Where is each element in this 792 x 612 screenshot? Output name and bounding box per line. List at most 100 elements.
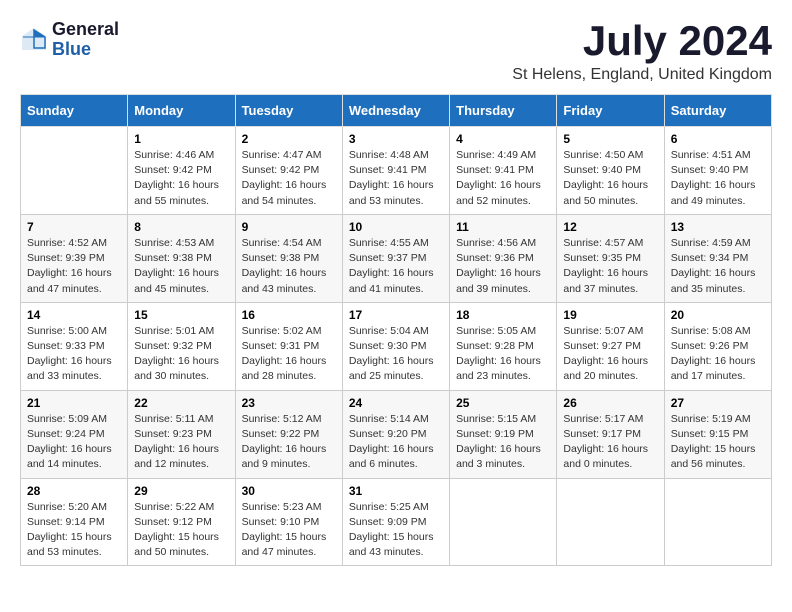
day-number: 22 bbox=[134, 396, 228, 410]
calendar-cell bbox=[664, 478, 771, 566]
month-title: July 2024 bbox=[512, 20, 772, 62]
calendar-cell: 30 Sunrise: 5:23 AM Sunset: 9:10 PM Dayli… bbox=[235, 478, 342, 566]
day-info: Sunrise: 5:11 AM Sunset: 9:23 PM Dayligh… bbox=[134, 413, 219, 471]
logo-text: General Blue bbox=[52, 20, 119, 60]
day-info: Sunrise: 5:07 AM Sunset: 9:27 PM Dayligh… bbox=[563, 325, 648, 383]
day-info: Sunrise: 5:22 AM Sunset: 9:12 PM Dayligh… bbox=[134, 501, 219, 559]
calendar-cell: 22 Sunrise: 5:11 AM Sunset: 9:23 PM Dayli… bbox=[128, 390, 235, 478]
calendar-cell: 1 Sunrise: 4:46 AM Sunset: 9:42 PM Daylig… bbox=[128, 127, 235, 215]
calendar-cell: 21Sunrise: 5:09 AM Sunset: 9:24 PM Dayli… bbox=[21, 390, 128, 478]
calendar-cell: 25 Sunrise: 5:15 AM Sunset: 9:19 PM Dayli… bbox=[450, 390, 557, 478]
day-number: 3 bbox=[349, 132, 443, 146]
calendar-cell: 18 Sunrise: 5:05 AM Sunset: 9:28 PM Dayli… bbox=[450, 302, 557, 390]
day-info: Sunrise: 4:52 AM Sunset: 9:39 PM Dayligh… bbox=[27, 237, 112, 295]
calendar-cell: 7 Sunrise: 4:52 AM Sunset: 9:39 PM Daylig… bbox=[21, 214, 128, 302]
day-info: Sunrise: 5:15 AM Sunset: 9:19 PM Dayligh… bbox=[456, 413, 541, 471]
day-info: Sunrise: 4:54 AM Sunset: 9:38 PM Dayligh… bbox=[242, 237, 327, 295]
day-number: 10 bbox=[349, 220, 443, 234]
day-info: Sunrise: 5:02 AM Sunset: 9:31 PM Dayligh… bbox=[242, 325, 327, 383]
day-of-week-header: Sunday bbox=[21, 95, 128, 127]
day-number: 26 bbox=[563, 396, 657, 410]
day-number: 16 bbox=[242, 308, 336, 322]
day-info: Sunrise: 4:51 AM Sunset: 9:40 PM Dayligh… bbox=[671, 149, 756, 207]
calendar-cell: 4 Sunrise: 4:49 AM Sunset: 9:41 PM Daylig… bbox=[450, 127, 557, 215]
calendar-cell: 15Sunrise: 5:01 AM Sunset: 9:32 PM Dayli… bbox=[128, 302, 235, 390]
day-info: Sunrise: 4:48 AM Sunset: 9:41 PM Dayligh… bbox=[349, 149, 434, 207]
day-number: 11 bbox=[456, 220, 550, 234]
logo-icon bbox=[20, 26, 48, 54]
day-of-week-header: Thursday bbox=[450, 95, 557, 127]
day-number: 23 bbox=[242, 396, 336, 410]
calendar-week-row: 28Sunrise: 5:20 AM Sunset: 9:14 PM Dayli… bbox=[21, 478, 772, 566]
day-of-week-header: Monday bbox=[128, 95, 235, 127]
calendar-cell bbox=[21, 127, 128, 215]
calendar-cell: 3 Sunrise: 4:48 AM Sunset: 9:41 PM Daylig… bbox=[342, 127, 449, 215]
day-info: Sunrise: 4:59 AM Sunset: 9:34 PM Dayligh… bbox=[671, 237, 756, 295]
day-number: 2 bbox=[242, 132, 336, 146]
day-info: Sunrise: 5:12 AM Sunset: 9:22 PM Dayligh… bbox=[242, 413, 327, 471]
day-number: 8 bbox=[134, 220, 228, 234]
calendar-cell: 24 Sunrise: 5:14 AM Sunset: 9:20 PM Dayli… bbox=[342, 390, 449, 478]
calendar-week-row: 7 Sunrise: 4:52 AM Sunset: 9:39 PM Daylig… bbox=[21, 214, 772, 302]
day-number: 4 bbox=[456, 132, 550, 146]
logo-blue-text: Blue bbox=[52, 40, 119, 60]
day-number: 14 bbox=[27, 308, 121, 322]
day-info: Sunrise: 5:09 AM Sunset: 9:24 PM Dayligh… bbox=[27, 413, 112, 471]
day-info: Sunrise: 5:14 AM Sunset: 9:20 PM Dayligh… bbox=[349, 413, 434, 471]
calendar-cell: 26 Sunrise: 5:17 AM Sunset: 9:17 PM Dayli… bbox=[557, 390, 664, 478]
day-info: Sunrise: 5:20 AM Sunset: 9:14 PM Dayligh… bbox=[27, 501, 112, 559]
day-number: 17 bbox=[349, 308, 443, 322]
day-number: 24 bbox=[349, 396, 443, 410]
calendar-cell: 16 Sunrise: 5:02 AM Sunset: 9:31 PM Dayli… bbox=[235, 302, 342, 390]
day-number: 12 bbox=[563, 220, 657, 234]
location-subtitle: St Helens, England, United Kingdom bbox=[512, 66, 772, 84]
logo-general-text: General bbox=[52, 20, 119, 40]
day-info: Sunrise: 4:46 AM Sunset: 9:42 PM Dayligh… bbox=[134, 149, 219, 207]
day-number: 1 bbox=[134, 132, 228, 146]
day-info: Sunrise: 5:00 AM Sunset: 9:33 PM Dayligh… bbox=[27, 325, 112, 383]
calendar-cell: 12 Sunrise: 4:57 AM Sunset: 9:35 PM Dayli… bbox=[557, 214, 664, 302]
calendar-cell: 27 Sunrise: 5:19 AM Sunset: 9:15 PM Dayli… bbox=[664, 390, 771, 478]
calendar-table: SundayMondayTuesdayWednesdayThursdayFrid… bbox=[20, 94, 772, 566]
day-number: 19 bbox=[563, 308, 657, 322]
calendar-cell bbox=[450, 478, 557, 566]
day-info: Sunrise: 5:01 AM Sunset: 9:32 PM Dayligh… bbox=[134, 325, 219, 383]
calendar-cell: 5Sunrise: 4:50 AM Sunset: 9:40 PM Daylig… bbox=[557, 127, 664, 215]
day-info: Sunrise: 5:25 AM Sunset: 9:09 PM Dayligh… bbox=[349, 501, 434, 559]
calendar-cell: 28Sunrise: 5:20 AM Sunset: 9:14 PM Dayli… bbox=[21, 478, 128, 566]
day-info: Sunrise: 5:19 AM Sunset: 9:15 PM Dayligh… bbox=[671, 413, 756, 471]
day-number: 7 bbox=[27, 220, 121, 234]
day-info: Sunrise: 4:49 AM Sunset: 9:41 PM Dayligh… bbox=[456, 149, 541, 207]
day-info: Sunrise: 4:57 AM Sunset: 9:35 PM Dayligh… bbox=[563, 237, 648, 295]
calendar-cell bbox=[557, 478, 664, 566]
day-number: 25 bbox=[456, 396, 550, 410]
calendar-cell: 11Sunrise: 4:56 AM Sunset: 9:36 PM Dayli… bbox=[450, 214, 557, 302]
calendar-cell: 2 Sunrise: 4:47 AM Sunset: 9:42 PM Daylig… bbox=[235, 127, 342, 215]
calendar-cell: 8Sunrise: 4:53 AM Sunset: 9:38 PM Daylig… bbox=[128, 214, 235, 302]
calendar-week-row: 14 Sunrise: 5:00 AM Sunset: 9:33 PM Dayli… bbox=[21, 302, 772, 390]
day-number: 29 bbox=[134, 484, 228, 498]
day-info: Sunrise: 4:50 AM Sunset: 9:40 PM Dayligh… bbox=[563, 149, 648, 207]
day-of-week-header: Tuesday bbox=[235, 95, 342, 127]
day-number: 9 bbox=[242, 220, 336, 234]
calendar-week-row: 1 Sunrise: 4:46 AM Sunset: 9:42 PM Daylig… bbox=[21, 127, 772, 215]
calendar-cell: 14 Sunrise: 5:00 AM Sunset: 9:33 PM Dayli… bbox=[21, 302, 128, 390]
calendar-header-row: SundayMondayTuesdayWednesdayThursdayFrid… bbox=[21, 95, 772, 127]
calendar-cell: 19 Sunrise: 5:07 AM Sunset: 9:27 PM Dayli… bbox=[557, 302, 664, 390]
calendar-cell: 13 Sunrise: 4:59 AM Sunset: 9:34 PM Dayli… bbox=[664, 214, 771, 302]
day-number: 13 bbox=[671, 220, 765, 234]
day-number: 31 bbox=[349, 484, 443, 498]
day-number: 18 bbox=[456, 308, 550, 322]
day-number: 30 bbox=[242, 484, 336, 498]
calendar-cell: 9 Sunrise: 4:54 AM Sunset: 9:38 PM Daylig… bbox=[235, 214, 342, 302]
day-info: Sunrise: 5:08 AM Sunset: 9:26 PM Dayligh… bbox=[671, 325, 756, 383]
day-info: Sunrise: 5:05 AM Sunset: 9:28 PM Dayligh… bbox=[456, 325, 541, 383]
title-section: July 2024 St Helens, England, United Kin… bbox=[512, 20, 772, 84]
calendar-cell: 10Sunrise: 4:55 AM Sunset: 9:37 PM Dayli… bbox=[342, 214, 449, 302]
day-number: 27 bbox=[671, 396, 765, 410]
day-number: 20 bbox=[671, 308, 765, 322]
day-info: Sunrise: 5:17 AM Sunset: 9:17 PM Dayligh… bbox=[563, 413, 648, 471]
calendar-week-row: 21Sunrise: 5:09 AM Sunset: 9:24 PM Dayli… bbox=[21, 390, 772, 478]
day-info: Sunrise: 5:23 AM Sunset: 9:10 PM Dayligh… bbox=[242, 501, 327, 559]
day-info: Sunrise: 4:47 AM Sunset: 9:42 PM Dayligh… bbox=[242, 149, 327, 207]
